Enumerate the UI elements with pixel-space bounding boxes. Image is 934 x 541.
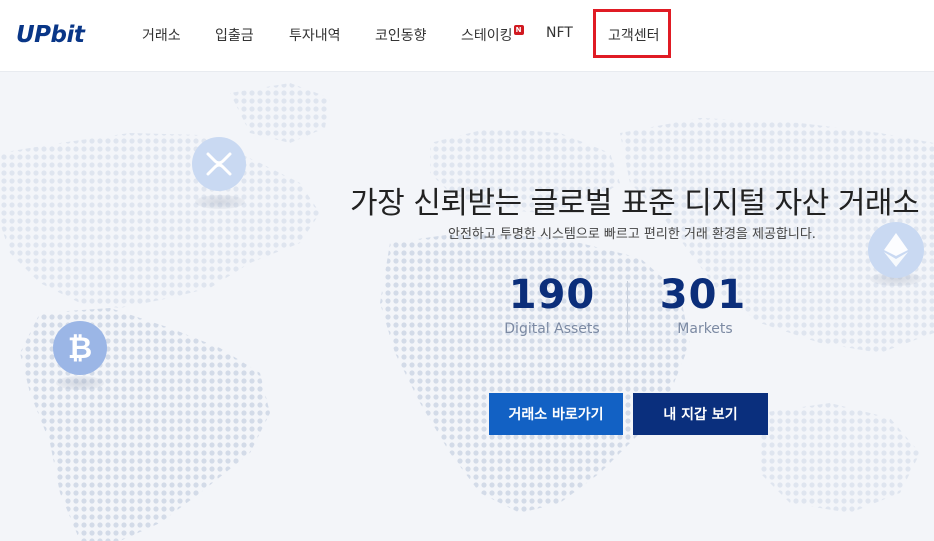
hero-title: 가장 신뢰받는 글로벌 표준 디지털 자산 거래소 xyxy=(350,186,920,221)
nav-item-exchange[interactable]: 거래소 xyxy=(142,25,181,45)
ethereum-icon xyxy=(868,222,924,278)
nav-item-coin-trends[interactable]: 코인동향 xyxy=(375,25,427,45)
bitcoin-icon: ₿ xyxy=(53,321,107,375)
nav-item-investments[interactable]: 투자내역 xyxy=(289,25,341,45)
nav-item-staking[interactable]: 스테이킹 N xyxy=(461,25,524,45)
xrp-shadow xyxy=(195,195,245,209)
highlight-box xyxy=(593,9,671,58)
world-map-background xyxy=(0,83,934,541)
markets-label: Markets xyxy=(677,321,733,337)
new-badge: N xyxy=(513,25,524,35)
greenland-shape xyxy=(230,83,330,143)
hero-subtitle: 안전하고 투명한 시스템으로 빠르고 편리한 거래 환경을 제공합니다. xyxy=(448,227,816,242)
digital-assets-count: 190 xyxy=(508,272,596,318)
markets-count: 301 xyxy=(659,272,747,318)
xrp-icon xyxy=(192,137,246,191)
digital-assets-label: Digital Assets xyxy=(504,321,600,337)
go-to-exchange-button[interactable]: 거래소 바로가기 xyxy=(489,393,623,435)
bitcoin-shadow xyxy=(56,376,104,390)
nav-item-deposit-withdraw[interactable]: 입출금 xyxy=(215,25,254,45)
north-america-shape xyxy=(0,133,320,308)
nav-staking-label: 스테이킹 xyxy=(461,28,513,44)
upbit-logo[interactable]: UPbit xyxy=(16,22,85,48)
nav-item-nft[interactable]: NFT xyxy=(546,25,573,41)
top-header: UPbit 거래소 입출금 투자내역 코인동향 스테이킹 N NFT 고객센터 xyxy=(0,0,934,72)
view-wallet-button[interactable]: 내 지갑 보기 xyxy=(633,393,768,435)
australia-shape xyxy=(760,403,920,513)
